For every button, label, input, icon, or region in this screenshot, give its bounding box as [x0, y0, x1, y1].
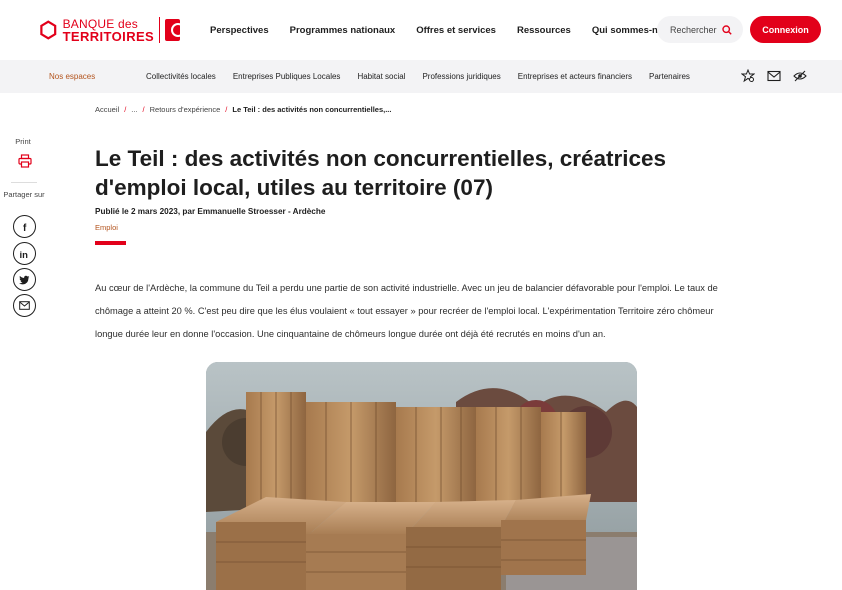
svg-text:f: f — [23, 223, 27, 232]
twitter-icon — [19, 275, 30, 284]
nav-offres-et-services[interactable]: Offres et services — [416, 25, 496, 36]
article-title: Le Teil : des activités non concurrentie… — [95, 146, 667, 200]
title-accent-bar — [95, 241, 126, 245]
share-linkedin-button[interactable]: in — [13, 242, 36, 265]
nos-espaces-label: Nos espaces — [49, 72, 96, 81]
logo-hexagon-icon — [40, 20, 57, 40]
linkedin-icon: in — [20, 250, 29, 259]
share-facebook-button[interactable]: f — [13, 215, 36, 238]
login-button[interactable]: Connexion — [750, 16, 821, 43]
space-entreprises-publiques-locales[interactable]: Entreprises Publiques Locales — [233, 72, 341, 81]
breadcrumb-separator: / — [124, 105, 127, 114]
breadcrumb-parent[interactable]: Retours d'expérience — [150, 105, 221, 114]
space-entreprises-acteurs-financiers[interactable]: Entreprises et acteurs financiers — [518, 72, 632, 81]
space-habitat-social[interactable]: Habitat social — [357, 72, 405, 81]
share-label: Partager sur — [3, 190, 45, 199]
spaces-links: Collectivités locales Entreprises Publiq… — [146, 60, 707, 93]
top-header: BANQUE des TERRITOIRES Perspectives Prog… — [0, 0, 842, 60]
email-icon — [19, 301, 30, 310]
space-partenaires[interactable]: Partenaires — [649, 72, 690, 81]
logo-separator — [159, 17, 160, 43]
breadcrumb-separator: / — [225, 105, 228, 114]
share-email-button[interactable] — [13, 294, 36, 317]
star-location-icon[interactable] — [740, 68, 756, 84]
banque-des-territoires-logo[interactable]: BANQUE des TERRITOIRES — [40, 14, 186, 46]
breadcrumb-ellipsis[interactable]: ... — [131, 105, 137, 114]
spaces-subnav: Nos espaces Collectivités locales Entrep… — [0, 60, 842, 93]
mail-icon[interactable] — [766, 68, 782, 84]
share-sidebar: Print Partager sur — [0, 137, 48, 200]
share-twitter-button[interactable] — [13, 268, 36, 291]
caisse-des-depots-logo-icon — [164, 19, 186, 41]
article-tag[interactable]: Emploi — [95, 223, 118, 232]
wooden-benches-image — [206, 362, 637, 590]
main-nav: Perspectives Programmes nationaux Offres… — [210, 0, 704, 60]
breadcrumb: Accueil / ... / Retours d'expérience / L… — [95, 105, 391, 114]
nav-ressources[interactable]: Ressources — [517, 25, 571, 36]
subnav-tools — [740, 68, 818, 84]
search-icon — [721, 24, 732, 35]
article-byline: Publié le 2 mars 2023, par Emmanuelle St… — [95, 207, 326, 216]
breadcrumb-separator: / — [142, 105, 145, 114]
article-photo — [206, 362, 637, 590]
nav-perspectives[interactable]: Perspectives — [210, 25, 269, 36]
nav-programmes-nationaux[interactable]: Programmes nationaux — [290, 25, 396, 36]
visibility-off-icon[interactable] — [792, 68, 808, 84]
print-label: Print — [15, 137, 31, 146]
breadcrumb-home[interactable]: Accueil — [95, 105, 119, 114]
breadcrumb-current: Le Teil : des activités non concurrentie… — [232, 105, 392, 114]
article-intro: Au cœur de l'Ardèche, la commune du Teil… — [95, 283, 718, 339]
logo-text: BANQUE des TERRITOIRES — [62, 16, 155, 44]
share-divider — [11, 182, 37, 183]
facebook-icon: f — [23, 223, 27, 232]
space-professions-juridiques[interactable]: Professions juridiques — [422, 72, 500, 81]
search-label: Rechercher — [670, 24, 717, 35]
space-collectivites-locales[interactable]: Collectivités locales — [146, 72, 216, 81]
svg-text:in: in — [20, 250, 29, 259]
print-icon[interactable] — [18, 154, 32, 168]
search-button[interactable]: Rechercher — [657, 16, 743, 43]
